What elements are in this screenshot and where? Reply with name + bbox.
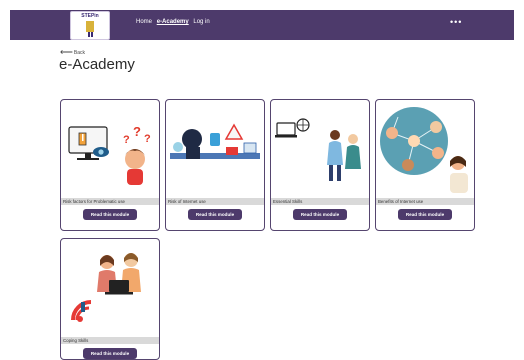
main-nav: Home e-Academy Log in	[136, 19, 213, 25]
module-caption: Essential Skills	[271, 198, 369, 205]
read-module-button[interactable]: Read this module	[188, 209, 242, 220]
essential-skills-illustration	[275, 118, 361, 181]
more-dots-icon[interactable]: •••	[450, 17, 462, 27]
module-caption: Risk of Internet use	[166, 198, 264, 205]
nav-e-academy-link[interactable]: e-Academy	[157, 19, 189, 25]
svg-text:?: ?	[133, 124, 141, 139]
coping-skills-illustration	[71, 253, 141, 322]
module-caption: Risk factors for Problematic use	[61, 198, 159, 205]
read-module-button[interactable]: Read this module	[83, 209, 137, 220]
risk-factors-illustration: ? ? ?	[68, 124, 151, 185]
module-caption: Coping Skills	[61, 337, 159, 344]
stepin-logo[interactable]: STEPin	[70, 11, 110, 40]
svg-text:?: ?	[144, 133, 151, 145]
module-card-coping-skills: Coping Skills Read this module	[60, 238, 160, 360]
benefits-illustration	[380, 107, 468, 193]
nav-home-link[interactable]: Home	[136, 19, 152, 25]
top-navigation-bar: STEPin Home e-Academy Log in •••	[10, 10, 514, 40]
module-card-essential-skills: Essential Skills Read this module	[270, 99, 370, 231]
read-module-button[interactable]: Read this module	[293, 209, 347, 220]
module-card-internet-risk: Risk of Internet use Read this module	[165, 99, 265, 231]
page-title: e-Academy	[59, 56, 135, 73]
svg-text:?: ?	[123, 134, 130, 146]
module-card-risk-factors: ? ? ? Risk factors for Problematic use R…	[60, 99, 160, 231]
nav-login-link[interactable]: Log in	[193, 19, 209, 25]
read-module-button[interactable]: Read this module	[83, 348, 137, 359]
internet-risk-illustration	[170, 123, 260, 159]
module-card-benefits: Benefits of Internet use Read this modul…	[375, 99, 475, 231]
read-module-button[interactable]: Read this module	[398, 209, 452, 220]
module-caption: Benefits of Internet use	[376, 198, 474, 205]
